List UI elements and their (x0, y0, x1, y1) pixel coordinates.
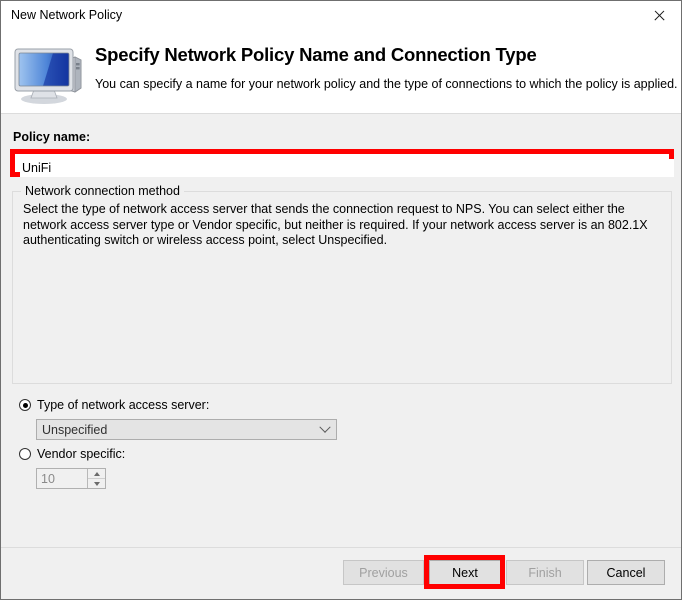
radio-type-of-network-access-server[interactable]: Type of network access server: (19, 398, 209, 412)
stepper-down-button[interactable] (88, 478, 105, 488)
new-network-policy-dialog: New Network Policy Specify Network Polic… (0, 0, 682, 600)
close-icon (653, 10, 665, 22)
group-title: Network connection method (21, 184, 184, 198)
stepper-buttons (87, 469, 105, 488)
policy-name-highlight (10, 149, 674, 177)
dialog-footer: Previous Next Finish Cancel (1, 547, 681, 599)
policy-name-label: Policy name: (13, 130, 91, 144)
window-title: New Network Policy (11, 8, 123, 22)
cancel-button[interactable]: Cancel (587, 560, 665, 585)
radio-nas-label: Type of network access server: (37, 398, 210, 412)
group-description: Select the type of network access server… (23, 202, 648, 247)
radio-button-icon-selected (19, 399, 31, 411)
next-button[interactable]: Next (429, 560, 501, 585)
dialog-body: Policy name: Network connection method S… (1, 114, 681, 547)
page-title: Specify Network Policy Name and Connecti… (95, 44, 537, 65)
spinner-up-arrow-icon (93, 471, 100, 476)
radio-vendor-label: Vendor specific: (37, 447, 126, 461)
stepper-up-button[interactable] (88, 469, 105, 478)
spinner-down-arrow-icon (93, 481, 100, 486)
page-subtitle: You can specify a name for your network … (95, 77, 678, 91)
dropdown-selected-value: Unspecified (42, 422, 108, 437)
policy-name-input[interactable] (20, 159, 674, 177)
close-button[interactable] (636, 1, 681, 30)
finish-button[interactable]: Finish (506, 560, 584, 585)
radio-vendor-specific[interactable]: Vendor specific: (19, 447, 125, 461)
vendor-specific-value[interactable]: 10 (37, 469, 87, 488)
computer-monitor-icon (13, 41, 87, 105)
dialog-header: Specify Network Policy Name and Connecti… (1, 31, 681, 114)
radio-button-icon-unselected (19, 448, 31, 460)
chevron-down-icon (314, 421, 336, 434)
vendor-specific-stepper[interactable]: 10 (36, 468, 106, 489)
network-access-server-type-dropdown[interactable]: Unspecified (36, 419, 337, 440)
previous-button[interactable]: Previous (343, 560, 424, 585)
title-bar: New Network Policy (1, 1, 681, 31)
